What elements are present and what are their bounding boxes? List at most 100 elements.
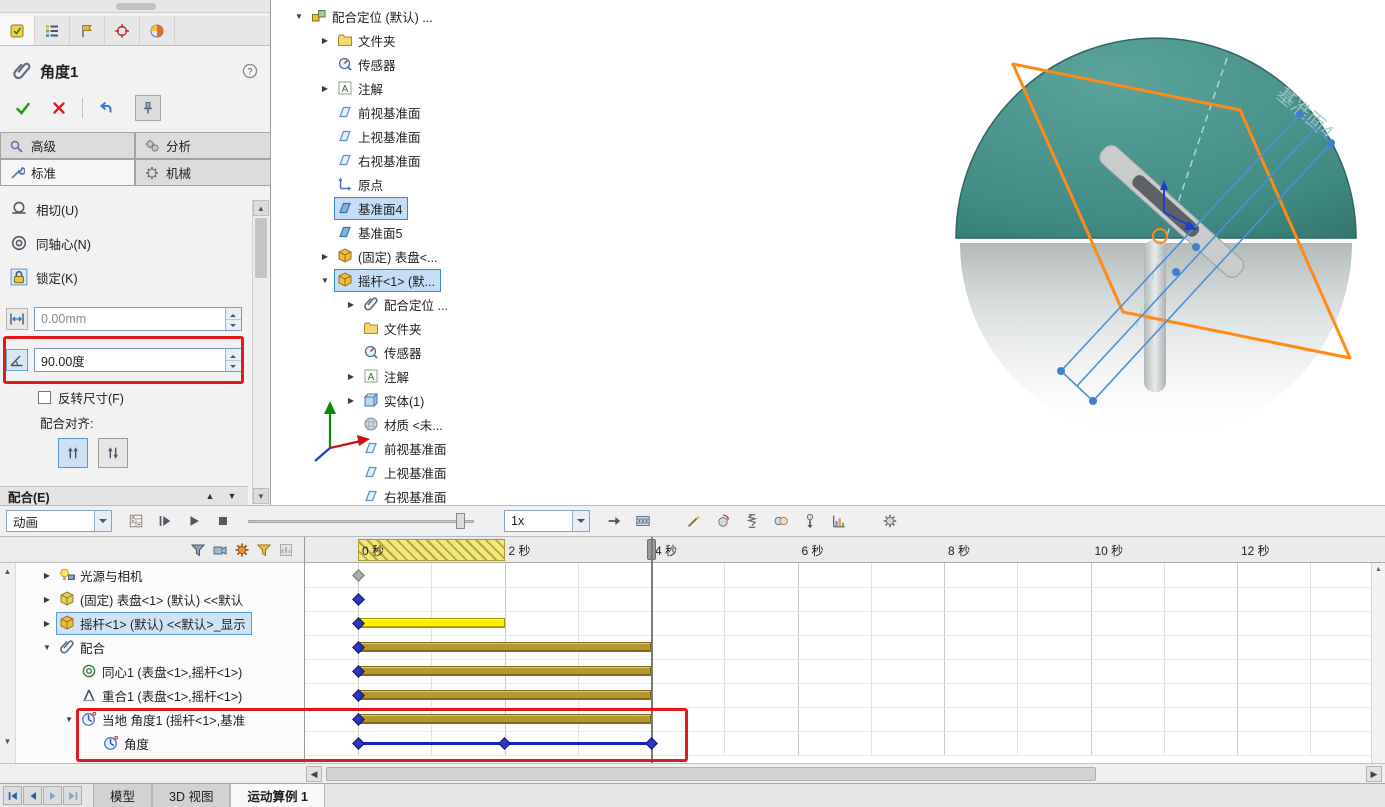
- motion-tree-item[interactable]: ▶ 光源与相机: [16, 563, 305, 587]
- expander-icon[interactable]: ▼: [38, 643, 56, 652]
- study-type-select[interactable]: 动画: [6, 510, 112, 532]
- scroll-up-icon[interactable]: ▲: [1372, 563, 1385, 576]
- hscroll-thumb[interactable]: [326, 767, 1096, 781]
- filter-selected-icon[interactable]: [256, 541, 272, 559]
- expander-icon[interactable]: ▶: [38, 571, 56, 580]
- feature-tree-item[interactable]: ▶ 文件夹: [282, 28, 518, 52]
- keyframe-diamond[interactable]: [644, 736, 658, 750]
- tab-standard[interactable]: 标准: [0, 159, 135, 186]
- panel-tab-property-manager[interactable]: [0, 16, 35, 45]
- scroll-left-icon[interactable]: ◀: [306, 766, 322, 782]
- timebar-slider[interactable]: [248, 511, 474, 531]
- save-animation-button[interactable]: [630, 508, 656, 534]
- panel-tab-dimxpert-manager[interactable]: [105, 16, 140, 45]
- expander-icon[interactable]: ▶: [342, 372, 360, 381]
- expander-icon[interactable]: ▶: [316, 84, 334, 93]
- timeline-ruler[interactable]: 0 秒 2 秒 4 秒 6 秒 8 秒 10 秒 12 秒: [305, 537, 1385, 563]
- play-from-start-button[interactable]: [152, 508, 178, 534]
- motion-tree-item[interactable]: 重合1 (表盘<1>,摇杆<1>): [16, 683, 305, 707]
- stop-button[interactable]: [210, 508, 236, 534]
- collapse-up-icon[interactable]: ▲: [202, 491, 218, 501]
- expander-icon[interactable]: ▶: [342, 396, 360, 405]
- feature-tree-item[interactable]: ▶ (固定) 表盘<...: [282, 244, 518, 268]
- motion-tree-item[interactable]: ▼ 当地 角度1 (摇杆<1>,基准: [16, 707, 305, 731]
- mate-type-lock[interactable]: 锁定(K): [0, 260, 248, 294]
- scroll-down-icon[interactable]: ▼: [253, 488, 269, 504]
- expander-icon[interactable]: ▼: [290, 12, 308, 21]
- feature-tree-item[interactable]: ▶ A 注解: [282, 364, 518, 388]
- aligned-button[interactable]: [58, 438, 88, 468]
- slider-handle[interactable]: [456, 513, 465, 529]
- scroll-right-icon[interactable]: ▶: [1366, 766, 1382, 782]
- collapse-down-icon[interactable]: ▼: [224, 491, 240, 501]
- motion-study-properties-button[interactable]: [877, 508, 903, 534]
- feature-tree-item[interactable]: 上视基准面: [282, 124, 518, 148]
- playback-speed-select[interactable]: 1x: [504, 510, 590, 532]
- expander-icon[interactable]: ▶: [316, 36, 334, 45]
- timeline-change-bar[interactable]: [358, 690, 651, 700]
- first-tab-button[interactable]: [3, 786, 22, 805]
- feature-tree-item[interactable]: ▶ 实体(1): [282, 388, 518, 412]
- feature-tree-item[interactable]: 上视基准面: [282, 460, 518, 484]
- tab-mechanical[interactable]: 机械: [135, 159, 271, 186]
- distance-input[interactable]: 0.00mm: [34, 307, 242, 331]
- mate-type-concentric[interactable]: 同轴心(N): [0, 226, 248, 260]
- feature-tree-item[interactable]: ▶ 配合定位 ...: [282, 292, 518, 316]
- angle-input[interactable]: 90.00度: [34, 348, 242, 372]
- feature-tree-item[interactable]: 传感器: [282, 340, 518, 364]
- timeline-hscrollbar[interactable]: ◀ ▶: [0, 763, 1385, 783]
- feature-tree-item[interactable]: ▼ 配合定位 (默认) ...: [282, 4, 518, 28]
- property-panel-scrollbar[interactable]: ▲ ▼: [252, 200, 269, 504]
- expander-icon[interactable]: ▶: [38, 595, 56, 604]
- next-tab-button[interactable]: [43, 786, 62, 805]
- distance-spinner[interactable]: [225, 308, 241, 330]
- filter-results-icon[interactable]: [278, 541, 294, 559]
- keyframe-diamond[interactable]: [351, 592, 365, 606]
- calculate-button[interactable]: [123, 508, 149, 534]
- motor-button[interactable]: [710, 508, 736, 534]
- feature-tree-item[interactable]: 右视基准面: [282, 148, 518, 172]
- mate-type-tangent[interactable]: 相切(U): [0, 192, 248, 226]
- flip-dimension-checkbox[interactable]: [38, 391, 51, 404]
- feature-tree-item[interactable]: 前视基准面: [282, 100, 518, 124]
- timeline-grid[interactable]: [305, 563, 1385, 763]
- keyframe-diamond[interactable]: [351, 568, 365, 582]
- expander-icon[interactable]: ▶: [38, 619, 56, 628]
- panel-tab-feature-manager[interactable]: [35, 16, 70, 45]
- tab-advanced[interactable]: 高级: [0, 132, 135, 159]
- last-tab-button[interactable]: [63, 786, 82, 805]
- tab-3D 视图[interactable]: 3D 视图: [152, 784, 231, 807]
- motion-tree-scrollbar[interactable]: ▲ ▼: [0, 563, 16, 763]
- feature-tree-item[interactable]: 右视基准面: [282, 484, 518, 505]
- scroll-up-icon[interactable]: ▲: [253, 200, 269, 216]
- feature-tree-item[interactable]: 原点: [282, 172, 518, 196]
- motion-tree-item[interactable]: ▼ 配合: [16, 635, 305, 659]
- contact-button[interactable]: [768, 508, 794, 534]
- feature-tree-item[interactable]: 基准面4: [282, 196, 518, 220]
- results-and-plots-button[interactable]: [826, 508, 852, 534]
- filter-driving-icon[interactable]: [234, 541, 250, 559]
- feature-tree-item[interactable]: 材质 <未...: [282, 412, 518, 436]
- playback-mode-button[interactable]: [601, 508, 627, 534]
- expander-icon[interactable]: ▶: [316, 252, 334, 261]
- tab-运动算例 1[interactable]: 运动算例 1: [230, 784, 325, 807]
- cancel-button[interactable]: [46, 95, 72, 121]
- angle-spinner[interactable]: [225, 349, 241, 371]
- tab-模型[interactable]: 模型: [93, 784, 153, 807]
- feature-tree-item[interactable]: 传感器: [282, 52, 518, 76]
- motion-tree-item[interactable]: 角度: [16, 731, 305, 755]
- anti-aligned-button[interactable]: [98, 438, 128, 468]
- timeline-scrollbar[interactable]: ▲: [1371, 563, 1385, 763]
- scroll-thumb[interactable]: [255, 218, 267, 278]
- scroll-up-icon[interactable]: ▲: [0, 565, 15, 579]
- feature-tree-item[interactable]: 文件夹: [282, 316, 518, 340]
- keyframe-diamond[interactable]: [498, 736, 511, 750]
- panel-resize-grip[interactable]: [0, 0, 270, 13]
- feature-tree-item[interactable]: 前视基准面: [282, 436, 518, 460]
- spring-button[interactable]: [739, 508, 765, 534]
- panel-tab-display-manager[interactable]: [140, 16, 175, 45]
- timeline-change-bar[interactable]: [358, 618, 505, 628]
- motion-tree-item[interactable]: ▶ (固定) 表盘<1> (默认) <<默认: [16, 587, 305, 611]
- expander-icon[interactable]: ▼: [316, 276, 334, 285]
- filter-none-icon[interactable]: [190, 541, 206, 559]
